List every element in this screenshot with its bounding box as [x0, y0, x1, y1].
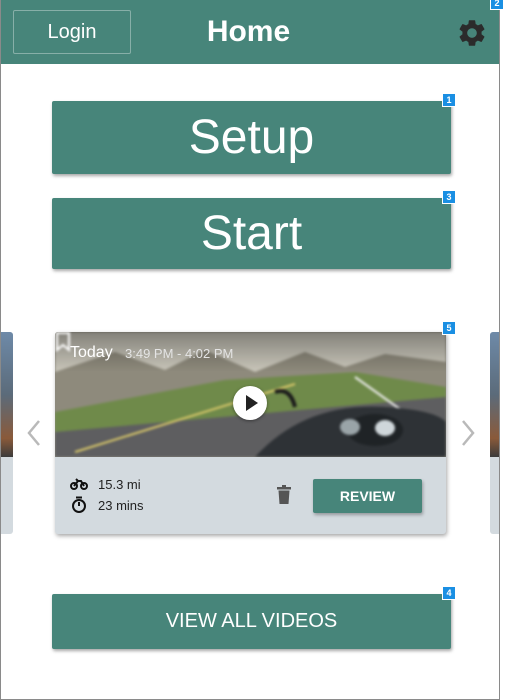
motorcycle-icon: [70, 478, 88, 490]
chevron-left-icon[interactable]: [25, 418, 43, 448]
video-day: Today: [70, 344, 113, 361]
chevron-right-icon[interactable]: [459, 418, 477, 448]
page-title: Home: [206, 15, 291, 48]
video-time-range: 3:49 PM - 4:02 PM: [125, 346, 234, 361]
annotation-badge-view-all: 4: [442, 586, 456, 600]
play-icon[interactable]: [233, 386, 267, 420]
gear-icon[interactable]: [456, 17, 488, 49]
review-button[interactable]: REVIEW: [313, 479, 422, 513]
setup-button[interactable]: Setup: [52, 101, 451, 174]
app-screen: Login Home Setup Start Today 3:49 PM - 4…: [0, 0, 500, 700]
ride-distance: 15.3 mi: [98, 477, 141, 492]
top-bar: Login Home: [1, 0, 499, 64]
next-video-card[interactable]: [490, 332, 499, 534]
stopwatch-icon: [72, 496, 86, 513]
view-all-videos-button[interactable]: VIEW ALL VIDEOS: [52, 594, 451, 649]
video-card: Today 3:49 PM - 4:02 PM 15.3 mi 23 mins …: [55, 332, 446, 534]
previous-video-card[interactable]: [1, 332, 13, 534]
start-button[interactable]: Start: [52, 198, 451, 269]
ride-duration: 23 mins: [98, 498, 144, 513]
bookmark-icon[interactable]: [55, 332, 71, 352]
annotation-badge-carousel: 5: [442, 321, 456, 335]
trash-icon[interactable]: [276, 485, 292, 505]
annotation-badge-setup: 1: [442, 93, 456, 107]
annotation-badge-settings: 2: [490, 0, 504, 10]
annotation-badge-start: 3: [442, 190, 456, 204]
video-thumbnail[interactable]: Today 3:49 PM - 4:02 PM: [55, 332, 446, 457]
